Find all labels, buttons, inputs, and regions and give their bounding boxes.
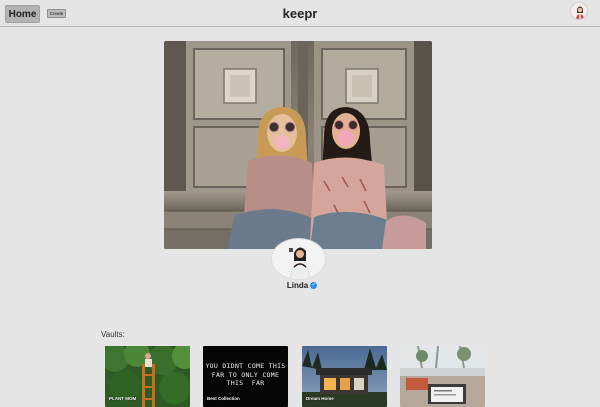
vaults-heading: Vaults: — [101, 330, 125, 339]
create-button[interactable]: Create — [47, 9, 66, 18]
verified-check-icon: ✓ — [310, 282, 318, 289]
vault-label: Best Collection — [207, 396, 240, 401]
profile-avatar[interactable] — [271, 238, 326, 280]
vault-card-dream-home[interactable]: Dream Home — [302, 346, 387, 407]
navbar: Home Create keepr — [0, 0, 600, 27]
vault-image-workspace — [400, 346, 485, 407]
vault-card-plant-mom[interactable]: PLANT MOM — [105, 346, 190, 407]
home-button[interactable]: Home — [5, 5, 40, 23]
cover-photo — [164, 41, 432, 249]
profile-avatar-image — [272, 239, 325, 279]
brand-title: keepr — [282, 6, 318, 21]
avatar-image — [571, 3, 587, 19]
profile-name: Linda ✓ — [272, 281, 332, 290]
vault-card-best-collection[interactable]: YOU DIDNT COME THIS FAR TO ONLY COME THI… — [203, 346, 288, 407]
user-avatar-icon[interactable] — [570, 2, 588, 20]
vault-quote-text: YOU DIDNT COME THIS FAR TO ONLY COME THI… — [205, 362, 286, 387]
vault-label: PLANT MOM — [109, 396, 137, 401]
profile-name-text: Linda — [286, 281, 309, 290]
vault-label: Dream Home — [306, 396, 334, 401]
vault-card-workspace[interactable] — [400, 346, 485, 407]
